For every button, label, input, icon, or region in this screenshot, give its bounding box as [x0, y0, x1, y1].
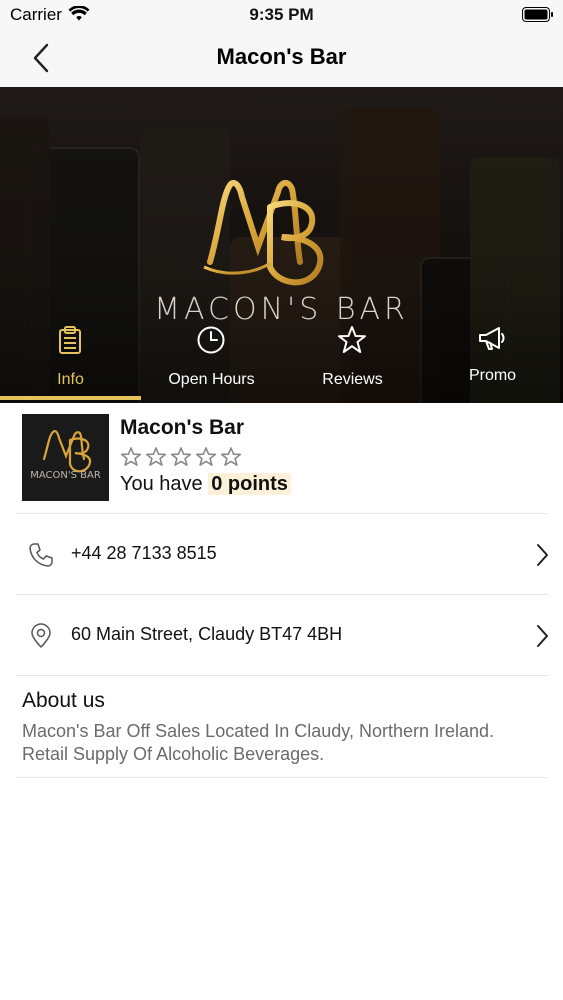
navigation-bar: Macon's Bar — [0, 30, 563, 87]
star-icon — [338, 326, 366, 353]
tab-label: Open Hours — [168, 371, 255, 388]
star-icon — [120, 447, 142, 466]
venue-thumbnail: MACON'S BAR — [22, 414, 109, 501]
star-icon — [145, 447, 167, 466]
phone-row[interactable]: +44 28 7133 8515 — [0, 514, 563, 594]
tab-info[interactable]: Info — [0, 325, 141, 403]
tab-label: Promo — [468, 367, 517, 384]
address-text: 60 Main Street, Claudy BT47 4BH — [71, 624, 343, 644]
tab-label: Reviews — [322, 371, 383, 388]
rating-stars — [120, 447, 242, 466]
active-tab-indicator — [0, 396, 141, 400]
chevron-right-icon — [537, 544, 548, 566]
tab-open-hours[interactable]: Open Hours — [141, 325, 282, 403]
megaphone-icon — [479, 327, 505, 350]
chevron-right-icon — [537, 625, 548, 647]
star-icon — [220, 447, 242, 466]
thumb-wordmark: MACON'S BAR — [30, 470, 101, 481]
battery-icon — [522, 7, 553, 22]
tab-label: Info — [57, 371, 84, 388]
points-summary: You have 0 points — [120, 473, 291, 496]
location-pin-icon — [31, 623, 51, 648]
about-body: Macon's Bar Off Sales Located In Claudy,… — [22, 721, 495, 764]
phone-icon — [29, 543, 53, 567]
tab-reviews[interactable]: Reviews — [282, 325, 423, 403]
star-icon — [170, 447, 192, 466]
star-icon — [195, 447, 217, 466]
clock-icon — [197, 326, 225, 354]
status-bar: Carrier 9:35 PM — [0, 0, 563, 30]
page-title: Macon's Bar — [216, 44, 347, 69]
address-row[interactable]: 60 Main Street, Claudy BT47 4BH — [0, 595, 563, 675]
tab-promo[interactable]: Promo — [422, 325, 563, 403]
divider — [16, 675, 548, 676]
about-title: About us — [22, 689, 105, 712]
status-time: 9:35 PM — [249, 5, 314, 24]
phone-number: +44 28 7133 8515 — [71, 543, 217, 563]
clipboard-icon — [59, 326, 81, 354]
logo-wordmark: MACON'S BAR — [154, 292, 409, 327]
venue-name: Macon's Bar — [120, 416, 245, 439]
points-badge: 0 points — [208, 473, 291, 495]
logo-monogram — [203, 179, 324, 286]
points-prefix: You have — [120, 473, 203, 495]
divider — [16, 777, 548, 778]
logo-monogram: MACON'S BAR — [30, 430, 101, 481]
